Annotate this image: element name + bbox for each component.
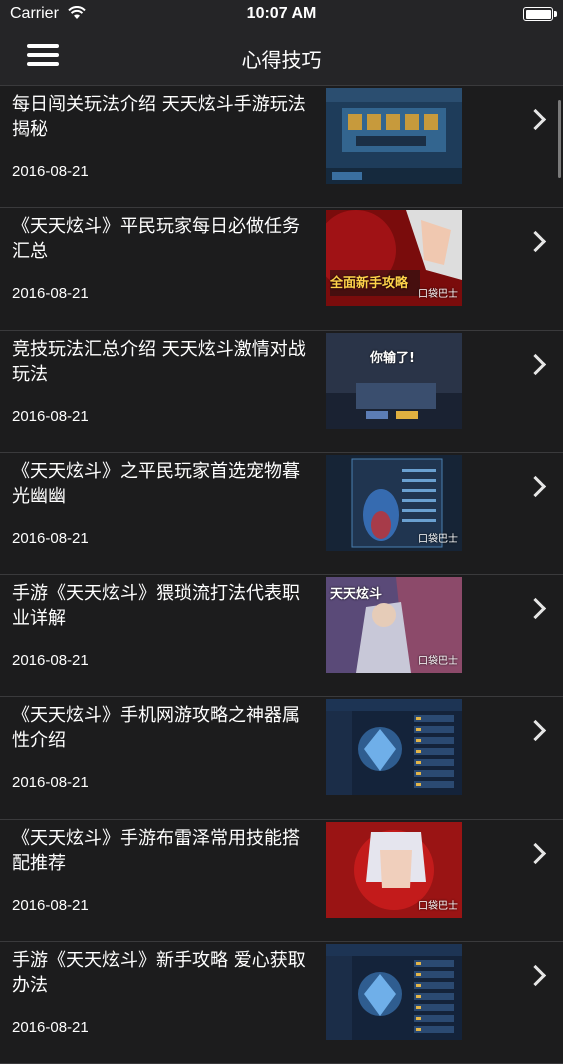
thumbnail-watermark: 口袋巴士 [418, 533, 458, 545]
article-thumbnail [326, 88, 462, 184]
article-date: 2016-08-21 [12, 285, 89, 303]
article-title: 手游《天天炫斗》新手攻略 爱心获取办法 [12, 950, 306, 997]
thumbnail-watermark: 口袋巴士 [418, 900, 458, 912]
list-item[interactable]: 《天天炫斗》平民玩家每日必做任务汇总 2016-08-21 全面新手攻略 口袋巴士 [0, 208, 563, 331]
chevron-right-icon [524, 964, 547, 987]
list-item[interactable]: 《天天炫斗》之平民玩家首选宠物暮光幽幽 2016-08-21 口袋巴士 [0, 453, 563, 576]
article-date: 2016-08-21 [12, 652, 89, 670]
article-list: 每日闯关玩法介绍 天天炫斗手游玩法揭秘 2016-08-21 《天天炫斗》平民玩家每… [0, 86, 563, 1064]
page-title: 心得技巧 [241, 48, 322, 72]
article-title: 《天天炫斗》之平民玩家首选宠物暮光幽幽 [12, 460, 300, 507]
article-title: 《天天炫斗》平民玩家每日必做任务汇总 [12, 216, 300, 263]
article-thumbnail: 你输了! [326, 332, 462, 429]
status-bar: Carrier 10:07 AM [0, 0, 563, 30]
scrollbar[interactable] [558, 100, 561, 178]
chevron-right-icon [524, 353, 547, 375]
thumbnail-caption: 你输了! [370, 350, 415, 366]
clock: 10:07 AM [246, 5, 317, 22]
article-date: 2016-08-21 [12, 529, 89, 547]
list-item[interactable]: 手游《天天炫斗》新手攻略 爱心获取办法 2016-08-21 [0, 942, 563, 1064]
chevron-right-icon [524, 842, 547, 864]
chevron-right-icon [524, 720, 547, 742]
thumbnail-watermark: 口袋巴士 [418, 289, 458, 301]
article-thumbnail [326, 944, 462, 1041]
chevron-right-icon [524, 598, 547, 620]
thumbnail-caption: 全面新手攻略 [330, 276, 409, 292]
article-thumbnail: 天天炫斗口袋巴士 [326, 577, 462, 674]
article-title: 竞技玩法汇总介绍 天天炫斗激情对战玩法 [12, 338, 306, 385]
battery-icon [523, 7, 557, 21]
article-title: 《天天炫斗》手游布雷泽常用技能搭配推荐 [12, 827, 300, 874]
list-item[interactable]: 竞技玩法汇总介绍 天天炫斗激情对战玩法 2016-08-21 你输了! [0, 331, 563, 453]
article-thumbnail: 口袋巴士 [326, 454, 462, 551]
list-item[interactable]: 手游《天天炫斗》猥琐流打法代表职业详解 2016-08-21 天天炫斗口袋巴士 [0, 575, 563, 698]
article-date: 2016-08-21 [12, 407, 89, 425]
thumbnail-caption: 天天炫斗 [330, 587, 383, 603]
article-thumbnail: 口袋巴士 [326, 821, 462, 918]
article-thumbnail: 全面新手攻略 口袋巴士 [326, 210, 462, 307]
chevron-right-icon [524, 475, 547, 497]
chevron-right-icon [524, 108, 547, 131]
article-thumbnail [326, 699, 462, 796]
thumbnail-watermark: 口袋巴士 [418, 656, 458, 668]
article-date: 2016-08-21 [12, 1019, 89, 1037]
list-item[interactable]: 《天天炫斗》手机网游攻略之神器属性介绍 2016-08-21 [0, 697, 563, 820]
article-date: 2016-08-21 [12, 163, 89, 180]
navigation-bar: 心得技巧 [0, 30, 563, 86]
article-title: 每日闯关玩法介绍 天天炫斗手游玩法揭秘 [12, 94, 306, 140]
article-title: 《天天炫斗》手机网游攻略之神器属性介绍 [12, 705, 300, 752]
chevron-right-icon [524, 231, 547, 253]
list-item[interactable]: 《天天炫斗》手游布雷泽常用技能搭配推荐 2016-08-21 口袋巴士 [0, 820, 563, 943]
article-date: 2016-08-21 [12, 774, 89, 792]
list-item[interactable]: 每日闯关玩法介绍 天天炫斗手游玩法揭秘 2016-08-21 [0, 86, 563, 209]
article-date: 2016-08-21 [12, 896, 89, 914]
article-title: 手游《天天炫斗》猥琐流打法代表职业详解 [12, 583, 300, 630]
